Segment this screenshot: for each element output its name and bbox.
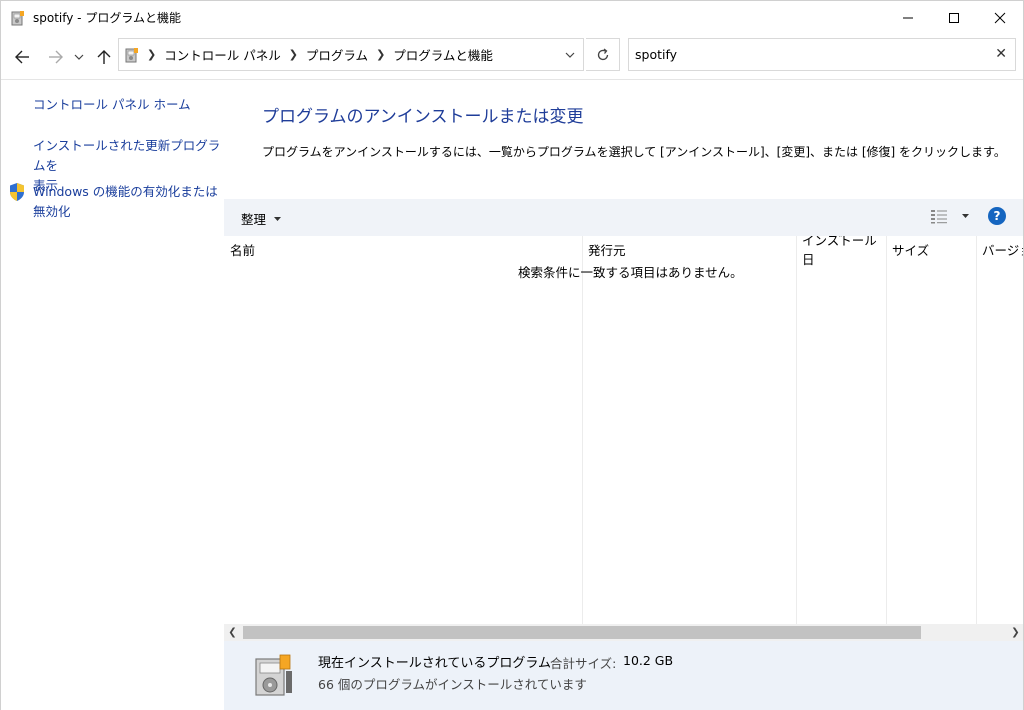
up-button[interactable] — [92, 45, 116, 69]
title-bar: spotify - プログラムと機能 — [0, 0, 1024, 34]
dropdown-arrow-icon — [962, 214, 969, 218]
column-header-size[interactable]: サイズ — [886, 236, 976, 262]
close-icon — [994, 12, 1006, 24]
breadcrumb-separator-icon: ❯ — [147, 48, 157, 61]
close-button[interactable] — [977, 1, 1023, 35]
details-view-icon — [931, 210, 947, 224]
window-title: spotify - プログラムと機能 — [33, 11, 181, 25]
control-panel-home-link[interactable]: コントロール パネル ホーム — [33, 95, 191, 115]
empty-list-message: 検索条件に一致する項目はありません。 — [518, 265, 743, 280]
back-button[interactable] — [10, 45, 34, 69]
scroll-right-arrow-icon[interactable]: ❯ — [1007, 624, 1024, 641]
refresh-button[interactable] — [586, 38, 620, 71]
installed-programs-icon — [255, 654, 292, 696]
program-list[interactable]: 名前 発行元 インストール日 ˄ サイズ バージョン 検索条件に一致する項目はあ… — [224, 236, 1024, 624]
total-size-label: 合計サイズ: — [550, 656, 617, 671]
refresh-icon — [597, 47, 608, 60]
column-divider — [582, 236, 583, 624]
maximize-icon — [949, 13, 959, 23]
breadcrumb-programs[interactable]: プログラム — [306, 45, 368, 64]
clear-search-icon[interactable]: ✕ — [995, 46, 1007, 62]
column-header-publisher[interactable]: 発行元 — [582, 236, 796, 262]
column-divider — [976, 236, 977, 624]
navigation-bar: ❯ コントロール パネル ❯ プログラム ❯ プログラムと機能 ✕ — [0, 34, 1024, 80]
change-view-button[interactable] — [930, 208, 970, 224]
view-installed-updates-line1: インストールされた更新プログラムを — [33, 138, 221, 173]
programs-icon — [11, 10, 27, 26]
shield-icon — [10, 183, 24, 201]
scroll-left-arrow-icon[interactable]: ❮ — [224, 624, 241, 641]
total-size-value: 10.2 GB — [623, 653, 674, 668]
minimize-icon — [903, 17, 913, 19]
command-bar: 整理 ? — [224, 199, 1024, 236]
breadcrumb-separator-icon: ❯ — [376, 48, 386, 61]
organize-label: 整理 — [241, 212, 267, 227]
address-history-button[interactable] — [557, 39, 583, 70]
up-arrow-icon — [97, 50, 111, 64]
search-box[interactable]: ✕ — [628, 38, 1016, 71]
installed-programs-title: 現在インストールされているプログラム — [318, 656, 551, 671]
column-divider — [796, 236, 797, 624]
maximize-button[interactable] — [931, 1, 977, 35]
organize-button[interactable]: 整理 — [241, 209, 282, 228]
breadcrumb-control-panel[interactable]: コントロール パネル — [164, 45, 280, 64]
back-arrow-icon — [15, 50, 29, 64]
column-header-version[interactable]: バージョン — [976, 236, 1024, 262]
column-header-name[interactable]: 名前 — [224, 236, 582, 262]
page-title: プログラムのアンインストールまたは変更 — [262, 107, 584, 127]
scrollbar-thumb[interactable] — [243, 626, 921, 639]
details-pane: 現在インストールされているプログラム 合計サイズ: 10.2 GB 66 個のプ… — [224, 641, 1024, 710]
horizontal-scrollbar[interactable]: ❮ ❯ — [224, 624, 1024, 641]
breadcrumb-separator-icon: ❯ — [288, 48, 298, 61]
windows-features-line2: 無効化 — [33, 204, 71, 219]
window-border — [0, 34, 1, 710]
breadcrumb-programs-and-features[interactable]: プログラムと機能 — [393, 45, 493, 64]
page-description: プログラムをアンインストールするには、一覧からプログラムを選択して [アンインス… — [262, 145, 1006, 159]
chevron-down-icon — [74, 54, 84, 60]
recent-locations-button[interactable] — [70, 45, 88, 69]
chevron-down-icon — [565, 52, 575, 58]
sort-ascending-icon: ˄ — [838, 236, 843, 245]
minimize-button[interactable] — [885, 1, 931, 35]
forward-button[interactable] — [44, 45, 68, 69]
address-bar[interactable]: ❯ コントロール パネル ❯ プログラム ❯ プログラムと機能 — [118, 38, 584, 71]
forward-arrow-icon — [49, 50, 63, 64]
help-icon: ? — [993, 209, 1001, 223]
help-button[interactable]: ? — [988, 207, 1006, 225]
windows-features-link[interactable]: Windows の機能の有効化または 無効化 — [33, 182, 218, 222]
installed-program-count: 66 個のプログラムがインストールされています — [318, 677, 587, 692]
dropdown-arrow-icon — [274, 216, 282, 221]
search-input[interactable] — [635, 47, 965, 62]
windows-features-line1: Windows の機能の有効化または — [33, 184, 218, 199]
column-divider — [886, 236, 887, 624]
programs-icon — [125, 47, 139, 63]
left-pane: コントロール パネル ホーム インストールされた更新プログラムを 表示 Wind… — [0, 81, 224, 710]
